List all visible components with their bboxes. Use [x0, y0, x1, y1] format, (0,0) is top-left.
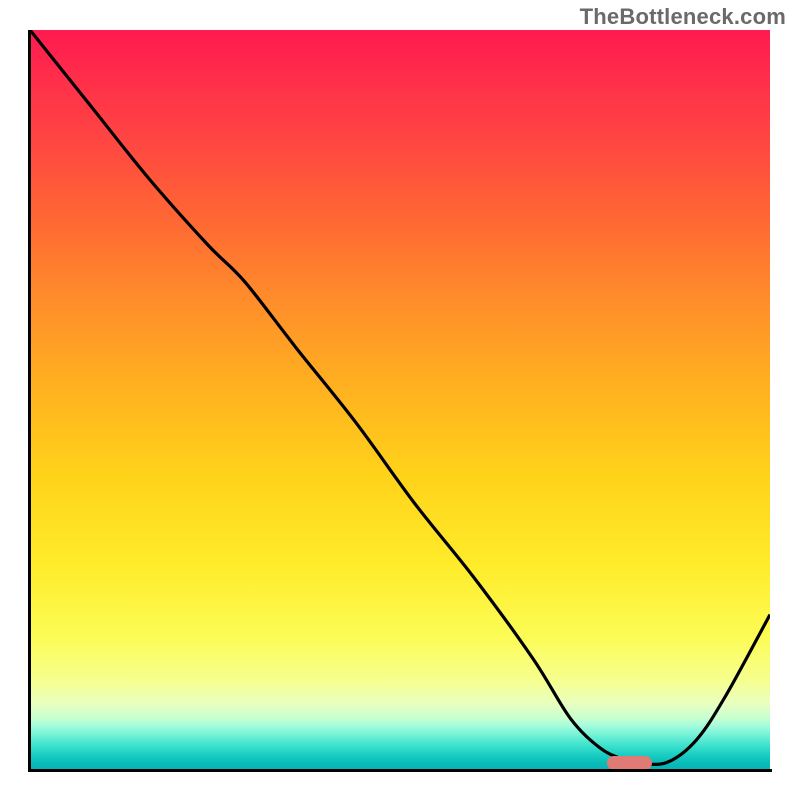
- plot-area: [30, 30, 770, 770]
- optimal-marker: [607, 756, 651, 770]
- watermark-text: TheBottleneck.com: [580, 4, 786, 30]
- axis-x: [28, 769, 772, 772]
- chart-container: TheBottleneck.com: [0, 0, 800, 800]
- curve-layer: [30, 30, 770, 770]
- bottleneck-curve: [30, 30, 770, 764]
- axis-y: [28, 30, 31, 770]
